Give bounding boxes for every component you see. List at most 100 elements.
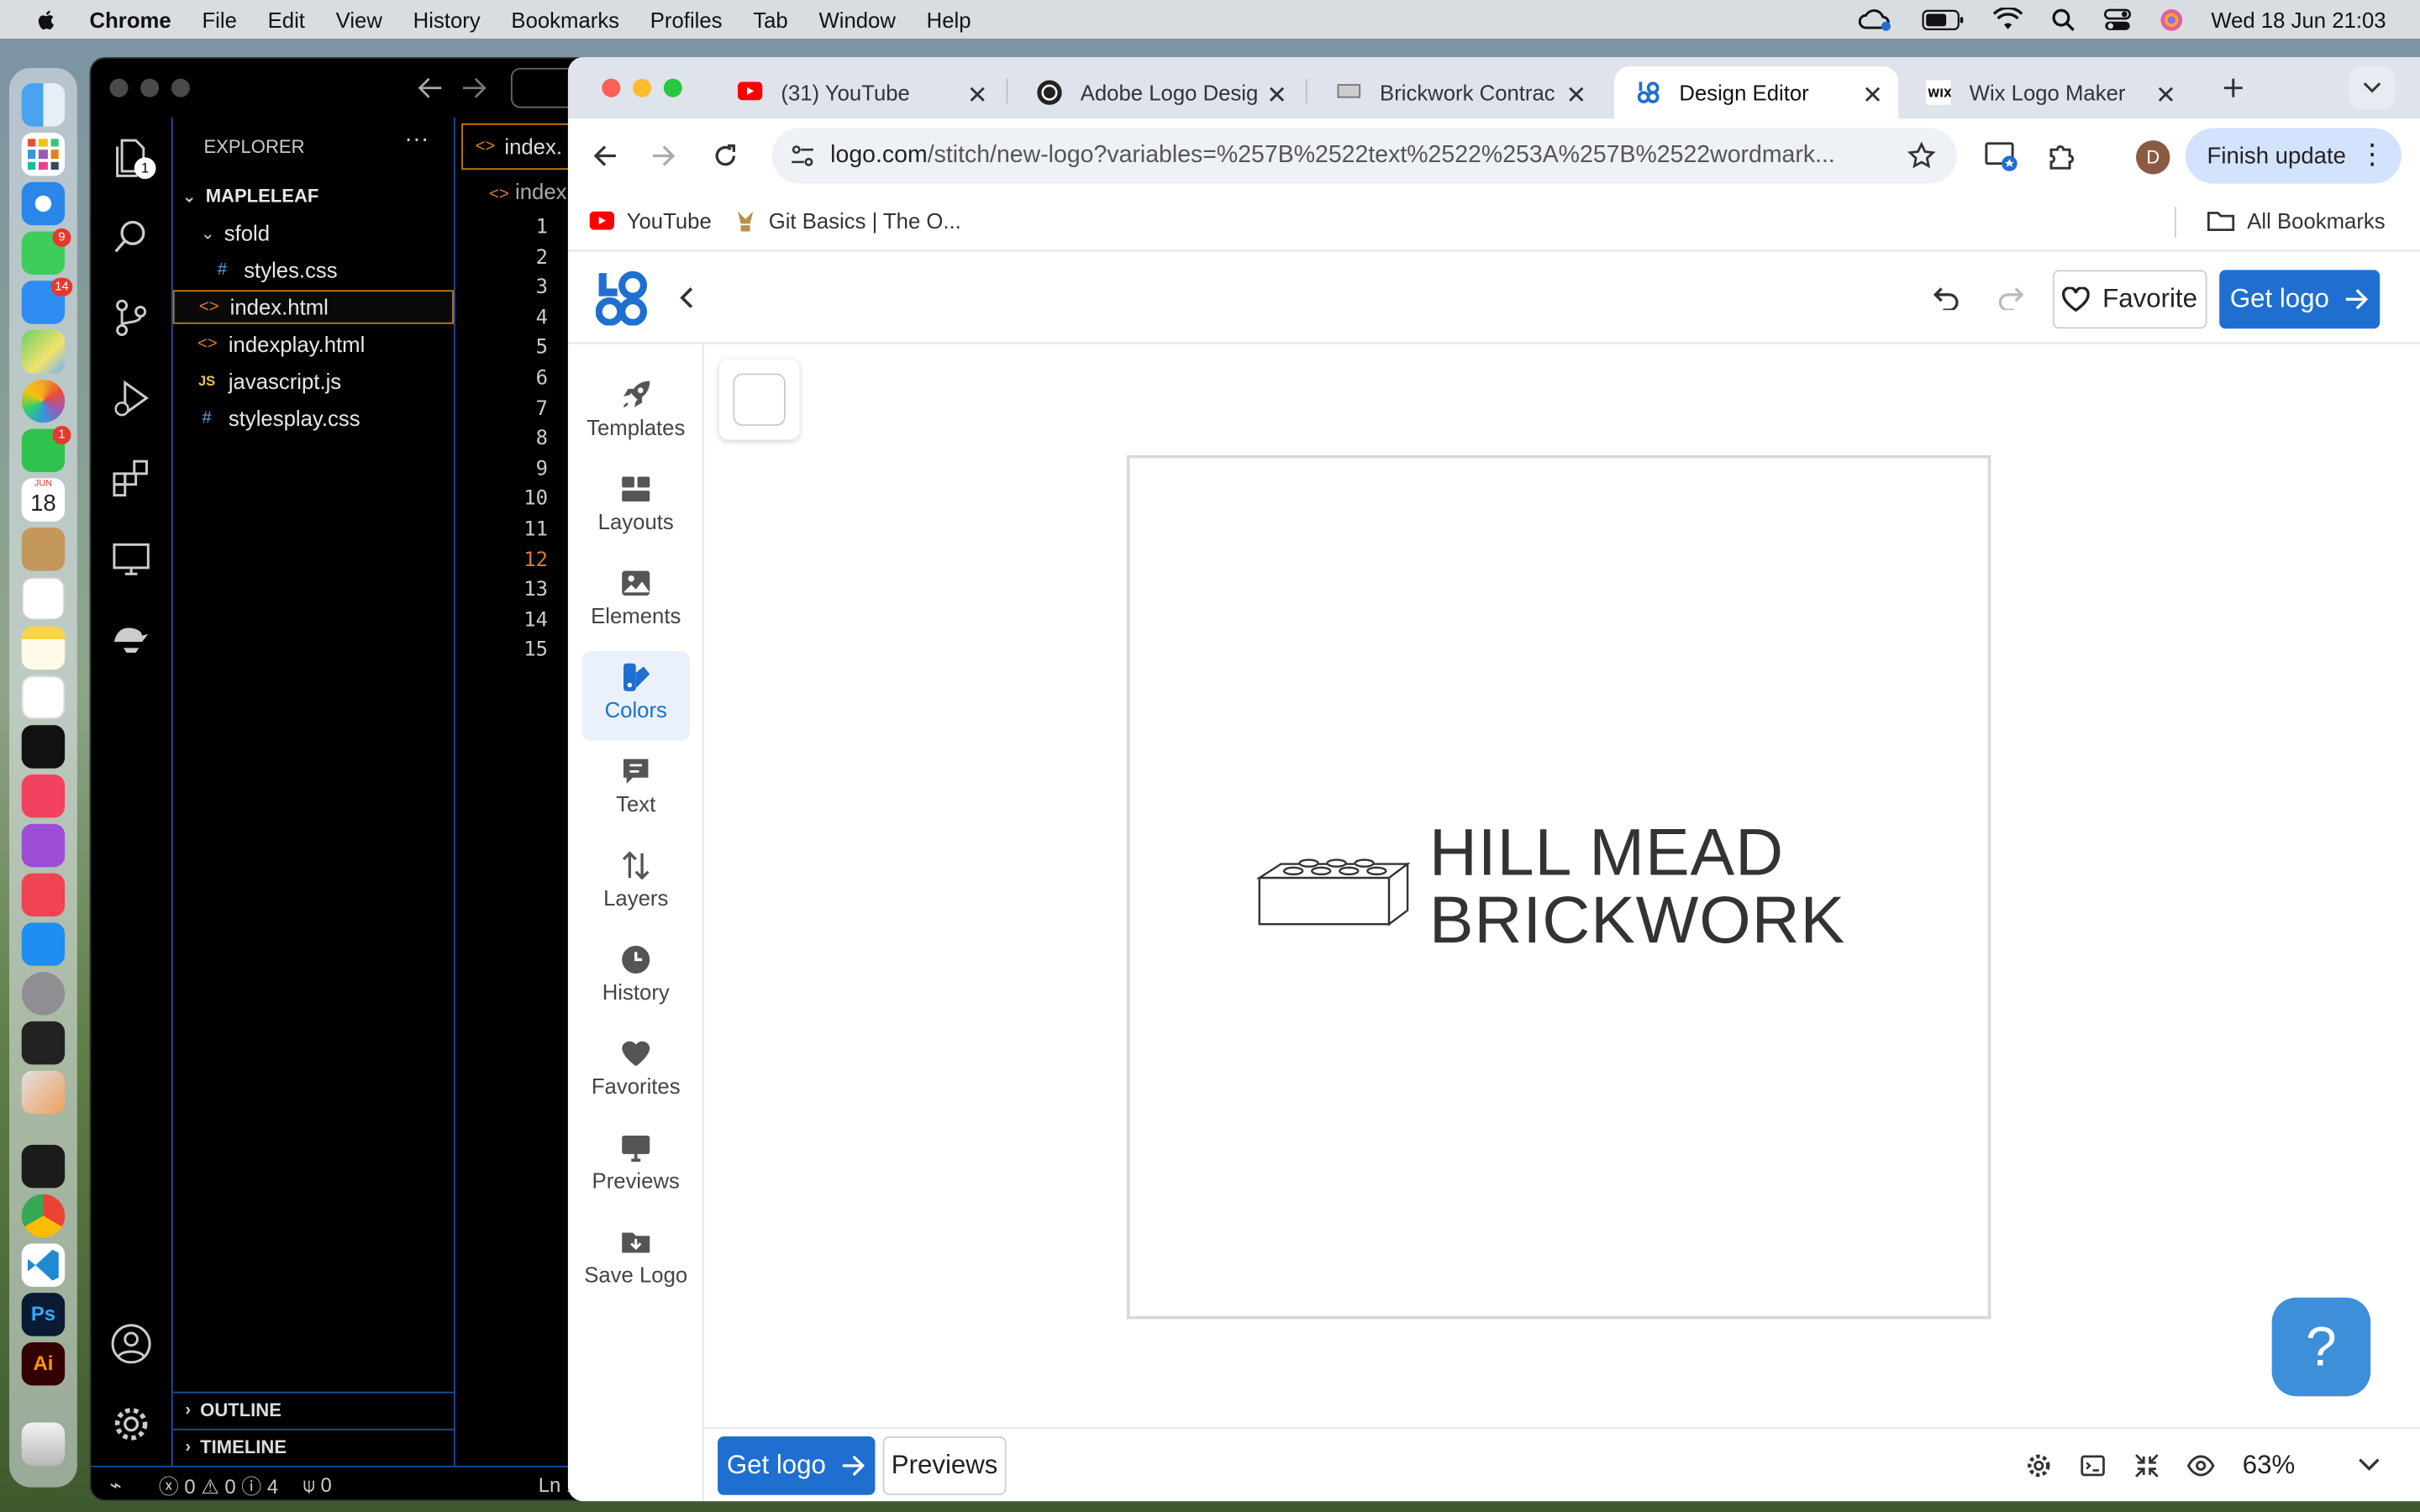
reload-icon[interactable] — [713, 144, 738, 168]
reminders-icon[interactable] — [21, 576, 66, 621]
music-icon[interactable] — [21, 774, 66, 818]
battery-icon[interactable] — [1921, 8, 1964, 30]
notes-icon[interactable] — [21, 626, 66, 670]
contacts-icon[interactable] — [21, 528, 66, 571]
control-center-icon[interactable] — [2103, 7, 2131, 31]
vscode-close-button[interactable] — [109, 78, 129, 97]
chevron-down-icon[interactable] — [2359, 1458, 2381, 1473]
file-item[interactable]: # stylesplay.css — [173, 402, 454, 435]
outline-section[interactable]: › OUTLINE — [172, 1391, 455, 1425]
collapse-arrows-icon[interactable] — [2134, 1453, 2159, 1478]
vscode-back-icon[interactable] — [418, 77, 443, 99]
close-icon[interactable]: ✕ — [1566, 81, 1587, 112]
browser-tab[interactable]: Design Editor ✕ — [1614, 66, 1899, 119]
accounts-icon[interactable] — [109, 1322, 152, 1365]
project-root[interactable]: ⌄ MAPLELEAF — [173, 179, 454, 213]
site-info-icon[interactable] — [790, 144, 814, 168]
favorite-button[interactable]: Favorite — [2052, 270, 2207, 329]
tab-search-button[interactable] — [2349, 66, 2396, 110]
extensions-icon[interactable] — [109, 457, 152, 500]
menu-tab[interactable]: Tab — [753, 7, 787, 31]
apple-tv-icon[interactable] — [21, 725, 66, 769]
errors-indicator[interactable]: ⓧ 0 ⚠ 0 ⓘ 4 — [159, 1470, 278, 1499]
finder-icon[interactable] — [21, 83, 66, 127]
undo-icon[interactable] — [1933, 286, 1960, 311]
close-icon[interactable]: ✕ — [1266, 81, 1287, 112]
run-debug-icon[interactable] — [109, 376, 152, 419]
menu-app-name[interactable]: Chrome — [90, 7, 171, 31]
background-color-swatch[interactable] — [718, 359, 800, 440]
vscode-forward-icon[interactable] — [461, 77, 487, 99]
window-minimize-button[interactable] — [633, 78, 652, 97]
search-icon[interactable] — [109, 216, 152, 259]
chrome-icon[interactable] — [21, 1194, 66, 1238]
illustrator-icon[interactable]: Ai — [21, 1341, 66, 1386]
browser-tab[interactable]: WIX Wix Logo Maker ✕ — [1905, 66, 2192, 118]
safari-icon[interactable] — [21, 181, 66, 226]
more-vertical-icon[interactable]: ⋮ — [2359, 137, 2386, 171]
vscode-zoom-button[interactable] — [171, 78, 190, 97]
nav-templates[interactable]: Templates — [581, 369, 690, 459]
file-item[interactable]: # styles.css — [173, 253, 454, 286]
nav-text[interactable]: Text — [581, 745, 690, 835]
podcasts-icon[interactable] — [21, 823, 66, 868]
get-logo-button[interactable]: Get logo — [2219, 270, 2381, 329]
nav-colors[interactable]: Colors — [581, 651, 691, 741]
browser-tab[interactable]: Adobe Logo Desig ✕ — [1016, 66, 1303, 118]
nav-layouts[interactable]: Layouts — [581, 463, 690, 553]
calendar-icon[interactable]: JUN 18 — [21, 478, 66, 522]
remote-indicator-icon[interactable]: ⌁ — [109, 1473, 121, 1497]
menu-profiles[interactable]: Profiles — [650, 7, 723, 31]
finish-update-button[interactable]: Finish update ⋮ — [2185, 128, 2402, 184]
nav-history[interactable]: History — [581, 933, 690, 1023]
logo-canvas[interactable]: HILL MEAD BRICKWORK — [1126, 454, 1991, 1320]
file-item[interactable]: JS javascript.js — [173, 364, 454, 397]
all-bookmarks-button[interactable]: All Bookmarks — [2207, 208, 2386, 233]
file-item[interactable]: <> index.html — [172, 290, 455, 324]
new-tab-icon[interactable] — [2223, 77, 2244, 99]
close-icon[interactable]: ✕ — [1862, 81, 1883, 112]
extensions-puzzle-icon[interactable] — [2047, 140, 2078, 171]
logo-wordmark[interactable]: HILL MEAD BRICKWORK — [1429, 819, 1845, 955]
system-settings-icon[interactable] — [21, 972, 66, 1016]
back-chevron-icon[interactable] — [679, 286, 694, 310]
vscode-icon[interactable] — [21, 1243, 66, 1287]
eye-icon[interactable] — [2186, 1455, 2215, 1477]
menu-clock[interactable]: Wed 18 Jun 21:03 — [2211, 7, 2386, 31]
apple-menu-icon[interactable] — [34, 7, 58, 31]
window-close-button[interactable] — [602, 78, 621, 97]
nav-favorites[interactable]: Favorites — [581, 1027, 690, 1117]
back-icon[interactable] — [592, 144, 617, 168]
wifi-icon[interactable] — [1992, 7, 2023, 31]
browser-tab[interactable]: Brickwork Contrac ✕ — [1315, 66, 1602, 118]
nav-layers[interactable]: Layers — [581, 839, 690, 929]
vscode-minimize-button[interactable] — [140, 78, 160, 97]
bottom-previews-button[interactable]: Previews — [882, 1436, 1007, 1495]
app-store-icon[interactable] — [21, 922, 66, 966]
explorer-more-button[interactable]: ··· — [404, 127, 429, 155]
bookmark-youtube[interactable]: YouTube — [589, 208, 712, 233]
cast-icon[interactable] — [1985, 140, 2018, 171]
freeform-icon[interactable] — [21, 675, 66, 719]
menu-view[interactable]: View — [336, 7, 382, 31]
siri-icon[interactable] — [2159, 7, 2183, 31]
help-button[interactable]: ? — [2271, 1297, 2371, 1397]
bottom-get-logo-button[interactable]: Get logo — [718, 1436, 876, 1495]
launchpad-icon[interactable] — [21, 132, 66, 176]
photoshop-icon[interactable]: Ps — [21, 1293, 66, 1336]
trash-icon[interactable] — [21, 1422, 66, 1466]
file-item[interactable]: <> indexplay.html — [173, 327, 454, 360]
menu-bookmarks[interactable]: Bookmarks — [511, 7, 619, 31]
terminal-icon[interactable] — [21, 1021, 66, 1065]
ports-indicator[interactable]: ⍦ 0 — [303, 1473, 332, 1497]
bookmark-git-basics[interactable]: Git Basics | The O... — [734, 208, 961, 233]
remote-explorer-icon[interactable] — [109, 537, 152, 580]
window-zoom-button[interactable] — [663, 78, 682, 97]
forward-icon[interactable] — [651, 144, 676, 168]
nav-save-logo[interactable]: Save Logo — [581, 1215, 690, 1305]
menu-edit[interactable]: Edit — [268, 7, 305, 31]
menu-history[interactable]: History — [413, 7, 481, 31]
close-icon[interactable]: ✕ — [967, 81, 988, 112]
manage-gear-icon[interactable] — [109, 1403, 152, 1446]
menu-file[interactable]: File — [202, 7, 236, 31]
